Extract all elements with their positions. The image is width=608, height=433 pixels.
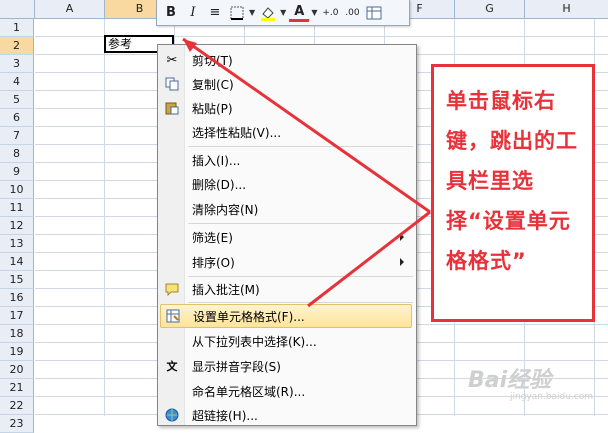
annotation-arrow-to-cell <box>182 37 431 214</box>
annotation-arrow-to-menu <box>307 210 431 308</box>
arrowhead-icon <box>183 39 197 52</box>
row-header-23[interactable]: 23 <box>0 415 34 433</box>
annotation-text: 单击鼠标右键，跳出的工具栏里选择“设置单元格格式” <box>446 89 578 273</box>
watermark-logo: Bai经验 <box>468 368 552 393</box>
annotation-box: 单击鼠标右键，跳出的工具栏里选择“设置单元格格式” <box>431 64 595 322</box>
watermark-url: jingyan.baidu.com <box>510 392 594 402</box>
